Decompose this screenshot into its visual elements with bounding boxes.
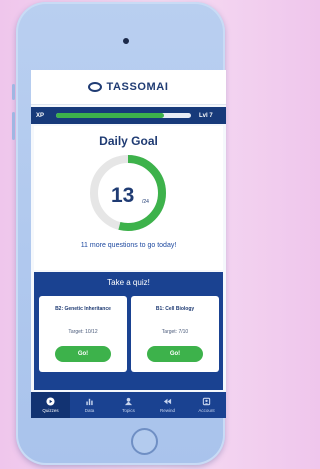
tab-account[interactable]: Account [187, 392, 226, 418]
daily-goal-total: /24 [142, 199, 149, 205]
go-button[interactable]: Go! [55, 346, 111, 362]
tab-label: Data [84, 408, 95, 413]
side-button-volume [12, 112, 15, 140]
xp-bar: XP Lvl 7 [31, 107, 226, 124]
earpiece-dot [123, 38, 129, 44]
rewind-icon [163, 398, 172, 405]
tab-rewind[interactable]: Rewind [148, 392, 187, 418]
home-button[interactable] [131, 428, 158, 455]
quiz-card-target: Target: 7/10 [161, 329, 189, 335]
app-header: TASSOMAI [31, 70, 226, 105]
daily-goal-remaining-text: 11 more questions to go today! [80, 242, 177, 249]
app-logo-text: TASSOMAI [106, 81, 169, 93]
go-button[interactable]: Go! [147, 346, 203, 362]
play-icon [46, 397, 55, 406]
quiz-card-target: Target: 10/12 [68, 329, 98, 335]
quiz-card-title: B2: Genetic Inheritance [55, 306, 111, 312]
tab-label: Quizzes [42, 408, 59, 413]
tab-topics[interactable]: Topics [109, 392, 148, 418]
xp-label: XP [36, 112, 45, 119]
tab-quizzes[interactable]: Quizzes [31, 392, 70, 418]
tab-label: Topics [122, 408, 135, 413]
daily-goal-title: Daily Goal [99, 134, 158, 148]
take-quiz-panel: Take a quiz! B2: Genetic Inheritance Tar… [34, 272, 223, 390]
bar-chart-icon [86, 398, 93, 406]
tab-data[interactable]: Data [70, 392, 109, 418]
app-screen: TASSOMAI XP Lvl 7 Daily Goal 13 /24 11 m… [31, 70, 226, 418]
level-label: Lvl 7 [199, 112, 213, 119]
tab-label: Account [198, 408, 215, 413]
daily-goal-card: Daily Goal 13 /24 11 more questions to g… [34, 126, 223, 270]
account-icon [202, 397, 211, 406]
topics-icon [124, 397, 133, 406]
xp-progress-track [56, 113, 191, 118]
daily-goal-count: 13 [111, 184, 135, 207]
quiz-card: B1: Cell Biology Target: 7/10 Go! [131, 296, 219, 372]
quiz-card: B2: Genetic Inheritance Target: 10/12 Go… [39, 296, 127, 372]
logo-icon [88, 82, 103, 92]
quiz-card-title: B1: Cell Biology [155, 306, 195, 312]
side-button-top [12, 84, 15, 100]
bottom-tab-bar: Quizzes Data Topics Rewind Account [31, 392, 226, 418]
take-quiz-title: Take a quiz! [107, 278, 150, 287]
tab-label: Rewind [159, 408, 175, 413]
xp-progress-fill [56, 113, 164, 118]
